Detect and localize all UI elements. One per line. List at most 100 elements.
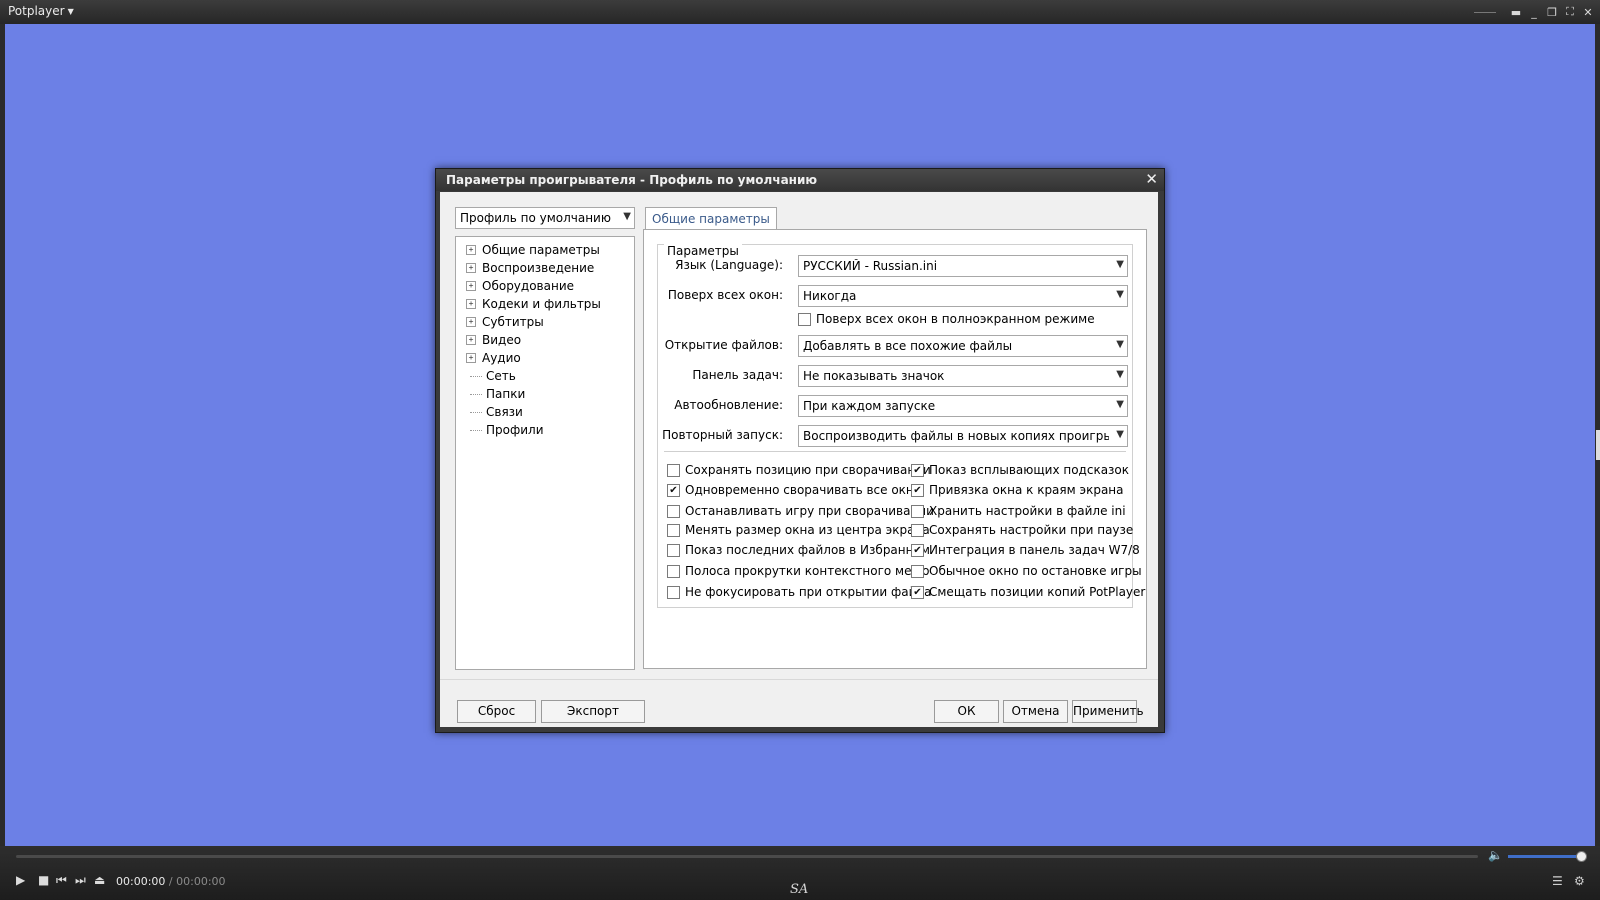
checkbox-left[interactable]: ✔ Одновременно сворачивать все окна — [667, 483, 921, 497]
volume-icon[interactable]: 🔈 — [1488, 848, 1503, 862]
checkbox-box[interactable]: ✔ — [667, 483, 680, 497]
tree-item-video[interactable]: + Видео — [466, 331, 521, 349]
expand-icon[interactable]: + — [466, 281, 476, 291]
checkbox-left[interactable]: Показ последних файлов в Избранном — [667, 543, 930, 557]
expand-icon[interactable]: + — [466, 335, 476, 345]
export-button[interactable]: Экспорт — [541, 700, 645, 723]
tree-item-subtitles[interactable]: + Субтитры — [466, 313, 544, 331]
autoupdate-select[interactable]: При каждом запуске ▼ — [798, 395, 1128, 417]
checkbox-right[interactable]: Сохранять настройки при паузе — [911, 523, 1133, 537]
checkbox-box[interactable]: ✔ — [911, 483, 924, 497]
tree-item-profiles[interactable]: Профили — [466, 421, 544, 439]
topmost-select[interactable]: Никогда ▼ — [798, 285, 1128, 307]
fullscreen-icon[interactable]: ⛶ — [1564, 5, 1576, 19]
checkbox-right[interactable]: Хранить настройки в файле ini — [911, 504, 1126, 518]
restore-icon[interactable]: ❐ — [1546, 6, 1558, 19]
checkbox-left[interactable]: Не фокусировать при открытии файла — [667, 585, 931, 599]
tree-item-label: Общие параметры — [482, 243, 600, 257]
tab-general[interactable]: Общие параметры — [645, 207, 777, 230]
checkbox-box[interactable] — [667, 523, 680, 537]
expand-icon[interactable]: + — [466, 263, 476, 273]
profile-select[interactable]: Профиль по умолчанию ▼ — [455, 207, 635, 229]
language-select[interactable]: РУССКИЙ - Russian.ini ▼ — [798, 255, 1128, 277]
time-current: 00:00:00 — [116, 875, 166, 888]
eject-icon[interactable]: ⏏ — [94, 873, 105, 887]
profile-select-value: Профиль по умолчанию — [460, 211, 611, 225]
mini-mode-icon[interactable]: ▬ — [1510, 6, 1522, 19]
ok-button[interactable]: ОК — [934, 700, 999, 723]
tree-item-label: Субтитры — [482, 315, 544, 329]
side-panel-handle[interactable] — [1596, 430, 1600, 460]
tree-item-audio[interactable]: + Аудио — [466, 349, 521, 367]
tree-item-label: Воспроизведение — [482, 261, 595, 275]
tree-item-playback[interactable]: + Воспроизведение — [466, 259, 594, 277]
checkbox-left[interactable]: Менять размер окна из центра экрана — [667, 523, 930, 537]
checkbox-right[interactable]: ✔ Интеграция в панель задач W7/8 — [911, 543, 1140, 557]
checkbox-label: Смещать позиции копий PotPlayer — [929, 585, 1146, 599]
file-open-select[interactable]: Добавлять в все похожие файлы ▼ — [798, 335, 1128, 357]
tree-item-codecs[interactable]: + Кодеки и фильтры — [466, 295, 601, 313]
checkbox-box[interactable]: ✔ — [911, 463, 924, 477]
tree-item-label: Оборудование — [482, 279, 574, 293]
next-icon[interactable]: ⏭ — [75, 873, 86, 888]
taskbar-select[interactable]: Не показывать значок ▼ — [798, 365, 1128, 387]
stop-icon[interactable]: ■ — [38, 873, 49, 887]
close-icon[interactable]: ✕ — [1582, 6, 1594, 19]
checkbox-box[interactable] — [667, 463, 680, 477]
taskbar-label: Панель задач: — [692, 368, 783, 382]
tree-item-network[interactable]: Сеть — [466, 367, 516, 385]
expand-icon[interactable]: + — [466, 353, 476, 363]
autoupdate-value: При каждом запуске — [803, 399, 936, 413]
expand-icon[interactable]: + — [466, 299, 476, 309]
checkbox-label: Поверх всех окон в полноэкранном режиме — [816, 312, 1095, 326]
fullscreen-topmost-checkbox[interactable]: Поверх всех окон в полноэкранном режиме — [798, 312, 1095, 326]
playlist-icon[interactable]: ☰ — [1552, 874, 1563, 888]
gear-icon[interactable]: ⚙ — [1574, 874, 1585, 888]
checkbox-left[interactable]: Сохранять позицию при сворачивании — [667, 463, 931, 477]
checkbox-left[interactable]: Полоса прокрутки контекстного меню — [667, 564, 929, 578]
tree-item-general[interactable]: + Общие параметры — [466, 241, 600, 259]
chevron-down-icon: ▼ — [1116, 259, 1124, 270]
checkbox-box[interactable] — [911, 504, 924, 518]
cancel-button[interactable]: Отмена — [1003, 700, 1068, 723]
checkbox-label: Привязка окна к краям экрана — [929, 483, 1124, 497]
minimize-icon[interactable]: _ — [1528, 6, 1540, 19]
divider — [664, 451, 1126, 452]
relaunch-select[interactable]: Воспроизводить файлы в новых копиях прои… — [798, 425, 1128, 447]
checkbox-box[interactable]: ✔ — [911, 585, 924, 599]
relaunch-value: Воспроизводить файлы в новых копиях прои… — [803, 429, 1109, 443]
app-menu-button[interactable]: Potplayer ▼ — [8, 4, 74, 18]
player-titlebar: Potplayer ▼ ▬ _ ❐ ⛶ ✕ — [0, 0, 1600, 24]
volume-slider[interactable] — [1508, 855, 1580, 858]
play-icon[interactable]: ▶ — [16, 873, 25, 887]
tree-item-folders[interactable]: Папки — [466, 385, 525, 403]
checkbox-right[interactable]: ✔ Привязка окна к краям экрана — [911, 483, 1124, 497]
volume-knob[interactable] — [1576, 851, 1587, 862]
checkbox-box[interactable]: ✔ — [911, 543, 924, 557]
checkbox-box[interactable] — [667, 585, 680, 599]
expand-icon[interactable]: + — [466, 245, 476, 255]
checkbox-box[interactable] — [911, 564, 924, 578]
close-icon[interactable]: ✕ — [1145, 170, 1158, 188]
checkbox-box[interactable] — [667, 543, 680, 557]
checkbox-box[interactable] — [911, 523, 924, 537]
group-label: Параметры — [664, 244, 742, 258]
checkbox-right[interactable]: ✔ Показ всплывающих подсказок — [911, 463, 1129, 477]
checkbox-left[interactable]: Останавливать игру при сворачивании — [667, 504, 934, 518]
tree-item-label: Папки — [486, 387, 526, 401]
tree-item-hardware[interactable]: + Оборудование — [466, 277, 574, 295]
checkbox-box[interactable] — [667, 564, 680, 578]
topmost-label: Поверх всех окон: — [667, 288, 783, 302]
tree-item-label: Аудио — [482, 351, 521, 365]
reset-button[interactable]: Сброс — [457, 700, 536, 723]
seek-bar[interactable] — [16, 855, 1478, 858]
checkbox-right[interactable]: Обычное окно по остановке игры — [911, 564, 1142, 578]
previous-icon[interactable]: ⏮ — [56, 873, 67, 888]
checkbox-box[interactable] — [667, 504, 680, 518]
apply-button[interactable]: Применить — [1072, 700, 1144, 723]
expand-icon[interactable]: + — [466, 317, 476, 327]
checkbox-box[interactable] — [798, 312, 811, 326]
checkbox-right[interactable]: ✔ Смещать позиции копий PotPlayer — [911, 585, 1145, 599]
checkbox-label: Сохранять настройки при паузе — [929, 523, 1134, 537]
tree-item-associations[interactable]: Связи — [466, 403, 523, 421]
